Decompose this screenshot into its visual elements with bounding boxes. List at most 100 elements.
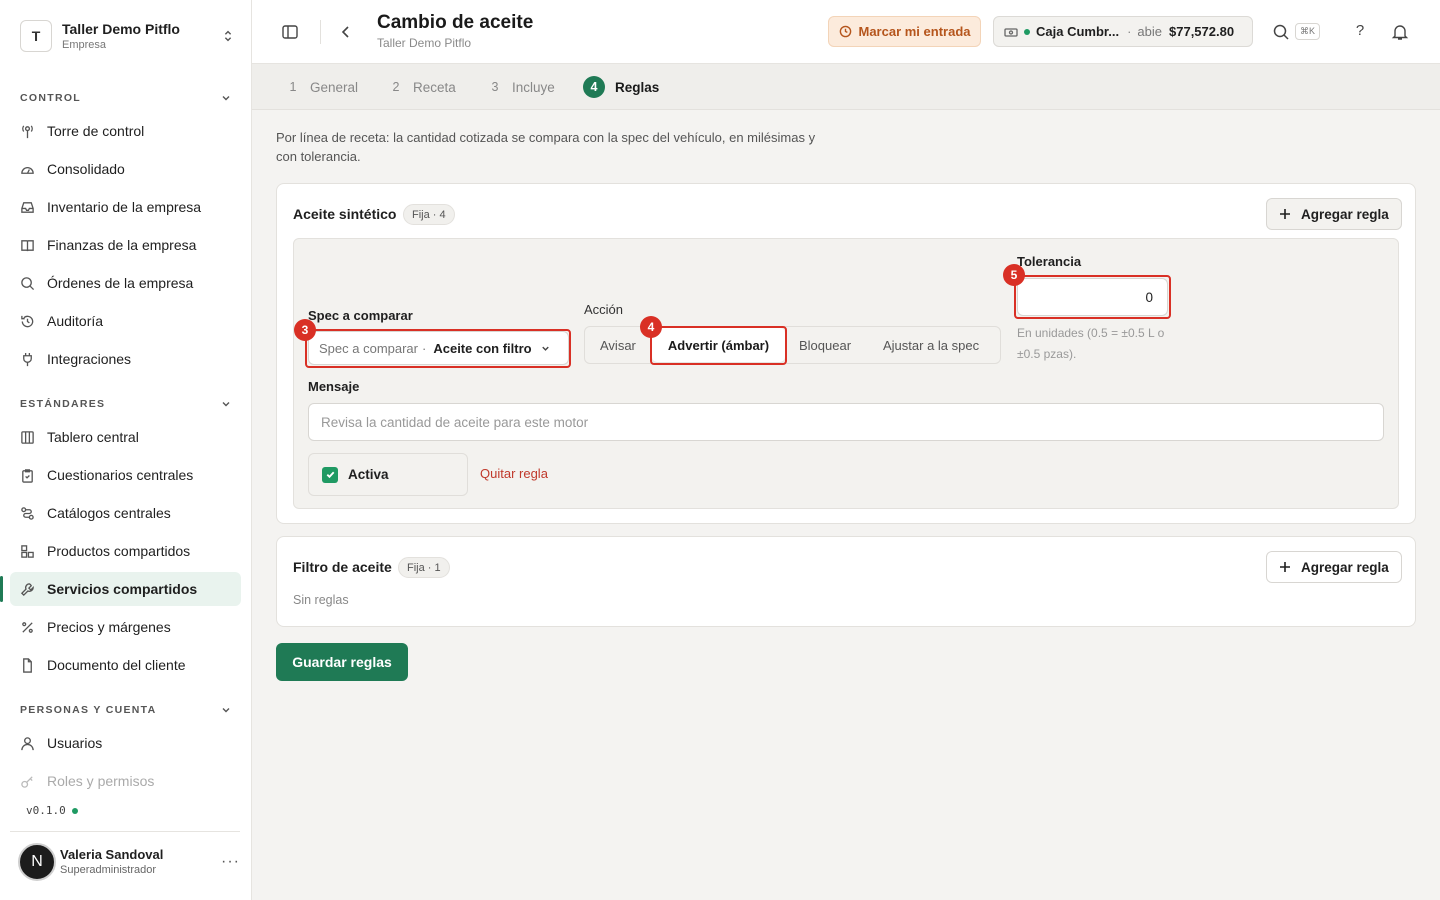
tolerance-input[interactable]: 0 <box>1017 278 1168 316</box>
percent-icon <box>22 621 33 633</box>
active-label: Activa <box>348 467 389 482</box>
file-icon <box>23 657 32 673</box>
section-control-header[interactable]: CONTROL <box>20 91 232 105</box>
boxes-icon <box>21 544 34 558</box>
clock-in-button[interactable]: Marcar mi entrada <box>828 16 981 47</box>
shortcut-hint: ⌘K <box>1295 23 1321 40</box>
status-dot <box>71 807 78 814</box>
sidebar-item-inventario[interactable]: Inventario de la empresa <box>10 190 241 224</box>
sidebar-item-label: Tablero central <box>47 429 139 445</box>
sidebar-item-finanzas[interactable]: Finanzas de la empresa <box>10 228 241 262</box>
add-rule-label: Agregar regla <box>1301 206 1389 222</box>
clock-in-label: Marcar mi entrada <box>858 24 971 39</box>
chevron-down-icon <box>222 708 230 713</box>
step-marker: 3 <box>294 319 316 341</box>
action-option-advertir[interactable]: Advertir (ámbar) <box>652 328 785 362</box>
section-estandares-header[interactable]: ESTÁNDARES <box>20 397 232 411</box>
sidebar-item-consolidado[interactable]: Consolidado <box>10 152 241 186</box>
add-rule-button[interactable]: Agregar regla <box>1266 551 1402 583</box>
separator: · <box>1127 24 1132 39</box>
active-toggle[interactable]: Activa <box>308 453 468 496</box>
help-icon[interactable]: ? <box>1351 22 1369 40</box>
user-name: Valeria Sandoval <box>60 847 164 862</box>
sidebar-item-label: Consolidado <box>47 161 125 177</box>
step-number: 4 <box>583 76 605 98</box>
spec-select[interactable]: Spec a comparar · Aceite con filtro <box>308 331 569 365</box>
search-icon[interactable] <box>1272 23 1290 41</box>
chevron-down-icon <box>222 402 230 407</box>
tolerance-hint: En unidades (0.5 = ±0.5 L o ±0.5 pzas). <box>1017 326 1165 361</box>
sidebar-item-roles[interactable]: Roles y permisos <box>10 764 241 798</box>
key-icon <box>21 775 33 788</box>
step-general[interactable]: 1 General <box>282 76 359 98</box>
add-rule-label: Agregar regla <box>1301 559 1389 575</box>
register-amount: $77,572.80 <box>1169 24 1235 39</box>
tolerance-label: Tolerancia <box>1017 254 1082 269</box>
sidebar-item-label: Cuestionarios centrales <box>47 467 194 483</box>
separator: · <box>422 340 427 356</box>
step-receta[interactable]: 2 Receta <box>385 76 456 98</box>
sidebar-item-ordenes[interactable]: Órdenes de la empresa <box>10 266 241 300</box>
more-icon[interactable]: ··· <box>221 853 240 871</box>
wizard-steps: 1 General 2 Receta 3 Incluye 4 Reglas <box>252 64 1440 110</box>
message-input[interactable] <box>308 403 1384 441</box>
step-number: 2 <box>392 80 400 94</box>
step-label: General <box>310 79 359 95</box>
save-rules-button[interactable]: Guardar reglas <box>276 643 408 681</box>
sidebar-item-label: Servicios compartidos <box>47 581 198 597</box>
cash-icon <box>1004 27 1018 37</box>
sidebar-item-auditoria[interactable]: Auditoría <box>10 304 241 338</box>
group-badge: Fija · 1 <box>398 557 450 578</box>
bell-icon[interactable] <box>1391 23 1409 41</box>
org-switcher[interactable]: T Taller Demo Pitflo Empresa <box>20 18 235 54</box>
sidebar-item-catalogos[interactable]: Catálogos centrales <box>10 496 241 530</box>
sidebar-item-label: Catálogos centrales <box>47 505 171 521</box>
status-dot <box>1024 28 1030 35</box>
register-name: Caja Cumbr... <box>1036 24 1120 39</box>
spec-placeholder: Spec a comparar <box>319 340 418 356</box>
step-label: Incluye <box>512 79 555 95</box>
cash-register-selector[interactable]: Caja Cumbr... · abie $77,572.80 <box>993 16 1253 47</box>
top-header: Cambio de aceite Taller Demo Pitflo Marc… <box>252 0 1440 64</box>
book-icon <box>21 239 34 251</box>
org-type: Empresa <box>62 38 107 51</box>
sidebar-item-servicios[interactable]: Servicios compartidos <box>0 572 241 606</box>
step-label: Receta <box>413 79 456 95</box>
step-marker: 4 <box>640 316 662 338</box>
action-option-ajustar[interactable]: Ajustar a la spec <box>883 327 979 363</box>
sidebar-item-torre-de-control[interactable]: Torre de control <box>10 114 241 148</box>
user-menu[interactable]: N Valeria Sandoval Superadministrador ··… <box>18 842 240 882</box>
checkbox[interactable] <box>322 466 338 483</box>
sidebar-item-precios[interactable]: Precios y márgenes <box>10 610 241 644</box>
check-icon <box>326 471 334 479</box>
columns-icon <box>21 430 34 444</box>
sidebar-item-label: Usuarios <box>47 735 103 751</box>
history-icon <box>21 315 34 327</box>
tolerance-value: 0 <box>1145 289 1153 305</box>
sidebar-item-tablero-central[interactable]: Tablero central <box>10 420 241 454</box>
add-rule-button[interactable]: Agregar regla <box>1266 198 1402 230</box>
sidebar-item-label: Torre de control <box>47 123 145 139</box>
step-reglas[interactable]: 4 Reglas <box>583 76 659 98</box>
back-arrow-icon[interactable] <box>338 23 354 41</box>
step-incluye[interactable]: 3 Incluye <box>484 76 555 98</box>
register-status: abie <box>1137 24 1162 39</box>
sidebar-item-cuestionarios[interactable]: Cuestionarios centrales <box>10 458 241 492</box>
sidebar-item-label: Roles y permisos <box>47 773 155 789</box>
action-option-avisar[interactable]: Avisar <box>600 327 636 363</box>
sidebar-item-label: Productos compartidos <box>47 543 191 559</box>
remove-rule-link[interactable]: Quitar regla <box>480 466 548 481</box>
sidebar-item-integraciones[interactable]: Integraciones <box>10 342 241 376</box>
plus-icon <box>1280 562 1290 572</box>
page-description: Por línea de receta: la cantidad cotizad… <box>276 130 816 164</box>
sidebar-item-usuarios[interactable]: Usuarios <box>10 726 241 760</box>
sidebar-item-productos[interactable]: Productos compartidos <box>10 534 241 568</box>
section-personas-header[interactable]: PERSONAS Y CUENTA <box>20 703 232 717</box>
search-icon <box>21 276 35 290</box>
clipboard-icon <box>22 468 33 483</box>
sidebar-toggle-icon[interactable] <box>281 23 299 41</box>
message-label: Mensaje <box>308 379 360 394</box>
action-option-bloquear[interactable]: Bloquear <box>799 327 851 363</box>
section-title: CONTROL <box>20 92 82 104</box>
sidebar-item-documento[interactable]: Documento del cliente <box>10 648 241 682</box>
